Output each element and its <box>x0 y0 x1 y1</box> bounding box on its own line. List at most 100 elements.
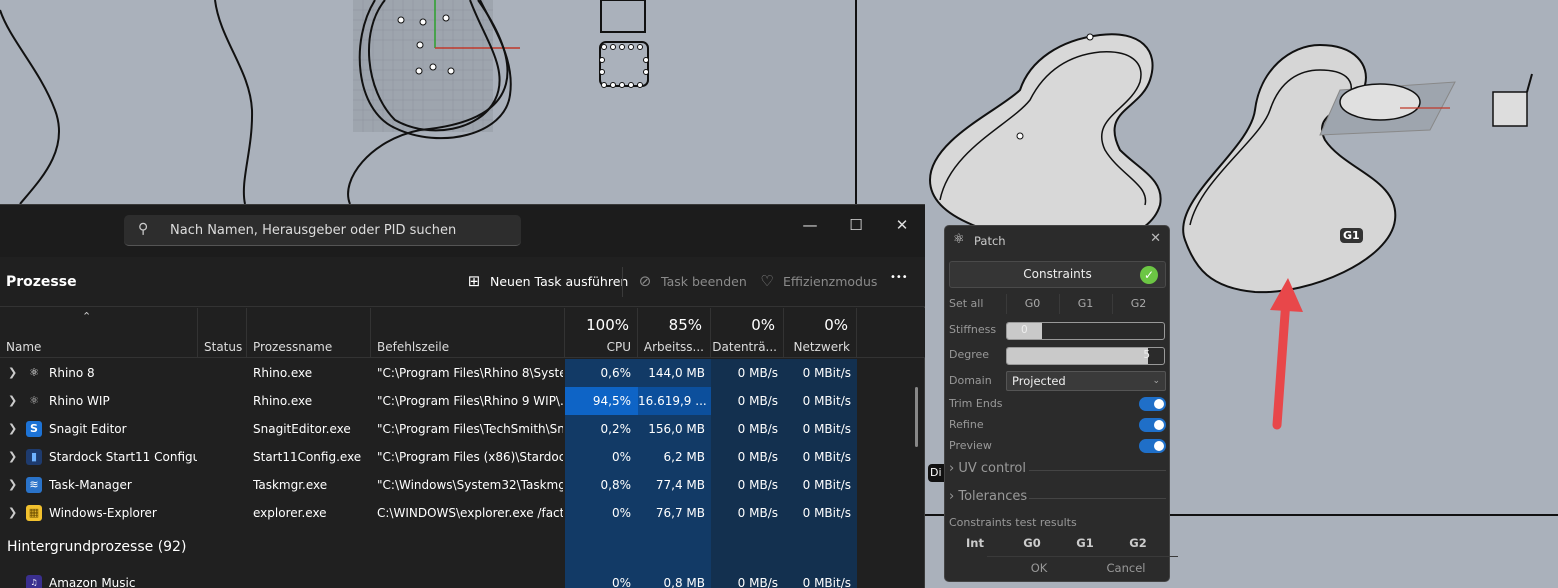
search-input[interactable] <box>170 215 510 245</box>
uv-control-section[interactable]: › UV control <box>949 461 1026 476</box>
disk-total: 0% <box>751 316 775 334</box>
column-command-line[interactable]: Befehlszeile <box>371 308 565 358</box>
degree-value: 5 <box>1143 349 1150 361</box>
column-name[interactable]: ⌃ Name <box>0 308 198 358</box>
efficiency-label: Effizienzmodus <box>783 273 878 289</box>
column-memory[interactable]: 85% Arbeitss... <box>638 308 711 358</box>
process-cpu: 0,6% <box>600 366 632 380</box>
close-button[interactable]: ✕ <box>884 211 920 239</box>
rhino-app-icon: ⚛ <box>29 366 39 379</box>
expand-chevron-icon[interactable]: ❯ <box>8 443 18 471</box>
more-options-label: ••• <box>890 272 908 283</box>
process-command: "C:\Program Files\TechSmith\Sn... <box>377 422 563 436</box>
process-exe: SnagitEditor.exe <box>253 422 351 436</box>
column-cpu[interactable]: 100% CPU <box>565 308 638 358</box>
constraints-button[interactable]: Constraints ✓ <box>949 261 1166 288</box>
process-disk: 0 MB/s <box>737 478 778 492</box>
refine-toggle[interactable] <box>1139 418 1166 432</box>
degree-fill <box>1007 348 1149 364</box>
ok-label: OK <box>1030 561 1048 575</box>
g1-continuity-label: G1 <box>1340 228 1363 243</box>
more-options-button[interactable]: ••• <box>890 272 908 283</box>
expand-chevron-icon[interactable]: ❯ <box>8 387 18 415</box>
rhino-wip-app-icon: ⚛ <box>29 394 39 407</box>
expand-chevron-icon[interactable]: ❯ <box>8 499 18 527</box>
process-cpu: 0,2% <box>600 422 632 436</box>
chevron-right-icon: › <box>949 461 955 476</box>
table-row[interactable]: ♫ Amazon Music 0% 0,8 MB 0 MB/s 0 MBit/s <box>0 569 857 588</box>
column-memory-label: Arbeitss... <box>643 340 704 354</box>
new-task-button[interactable]: ⊞ Neuen Task ausführen <box>465 272 629 290</box>
preview-toggle[interactable] <box>1139 439 1166 453</box>
g0-label: G0 <box>1024 297 1041 310</box>
cancel-button[interactable]: Cancel <box>1074 556 1178 578</box>
column-status[interactable]: Status <box>198 308 247 358</box>
process-network: 0 MBit/s <box>802 422 851 436</box>
process-memory: 76,7 MB <box>655 506 705 520</box>
toggle-knob <box>1154 441 1164 451</box>
column-network[interactable]: 0% Netzwerk <box>784 308 857 358</box>
search-box[interactable]: ⚲ <box>124 215 521 246</box>
result-g2: G2 <box>1129 536 1147 550</box>
process-command: "C:\Program Files\Rhino 9 WIP\... <box>377 394 563 408</box>
end-task-label: Task beenden <box>661 273 747 289</box>
rhino-logo-icon: ⚛ <box>953 232 965 247</box>
dialog-title: Patch <box>974 234 1006 248</box>
process-name: Rhino WIP <box>49 394 110 408</box>
column-network-label: Netzwerk <box>793 340 850 354</box>
group-header-row[interactable]: Hintergrundprozesse (92) <box>0 527 565 565</box>
scrollbar-thumb[interactable] <box>915 387 918 447</box>
process-list: ❯ ⚛ Rhino 8 Rhino.exe "C:\Program Files\… <box>0 359 925 588</box>
close-icon[interactable]: ✕ <box>1150 231 1161 246</box>
efficiency-mode-button[interactable]: ♡ Effizienzmodus <box>758 272 877 290</box>
process-command: C:\WINDOWS\explorer.exe /fact... <box>377 506 563 520</box>
process-memory: 156,0 MB <box>648 422 705 436</box>
maximize-button[interactable]: ☐ <box>838 211 874 239</box>
result-int: Int <box>966 536 984 550</box>
column-disk-label: Datenträ... <box>712 340 777 354</box>
process-cpu: 94,5% <box>565 387 638 415</box>
stiffness-value: 0 <box>1021 324 1028 336</box>
chevron-down-icon: ⌄ <box>1152 376 1160 386</box>
table-row[interactable]: ❯ ▮ Stardock Start11 Configu... Start11C… <box>0 443 857 471</box>
table-row[interactable]: ❯ S Snagit Editor SnagitEditor.exe "C:\P… <box>0 415 857 443</box>
result-g0: G0 <box>1023 536 1041 550</box>
sort-up-icon: ⌃ <box>82 310 92 323</box>
task-manager-window: ⚲ — ☐ ✕ Prozesse ⊞ Neuen Task ausführen … <box>0 204 925 588</box>
column-disk[interactable]: 0% Datenträ... <box>711 308 784 358</box>
stiffness-slider[interactable]: 0 <box>1006 322 1165 340</box>
table-row[interactable]: ❯ ⚛ Rhino 8 Rhino.exe "C:\Program Files\… <box>0 359 857 387</box>
table-row[interactable]: ❯ ≋ Task-Manager Taskmgr.exe "C:\Windows… <box>0 471 857 499</box>
process-cpu: 0% <box>611 576 631 588</box>
process-network: 0 MBit/s <box>802 576 851 588</box>
expand-chevron-icon[interactable]: ❯ <box>8 471 18 499</box>
g1-label: G1 <box>1077 297 1094 310</box>
end-task-button[interactable]: ⊘ Task beenden <box>636 272 747 290</box>
expand-chevron-icon[interactable]: ❯ <box>8 415 18 443</box>
expand-chevron-icon[interactable]: ❯ <box>8 359 18 387</box>
process-memory: 77,4 MB <box>655 478 705 492</box>
new-task-icon: ⊞ <box>467 272 481 290</box>
result-g1: G1 <box>1076 536 1094 550</box>
set-all-g0-button[interactable]: G0 <box>1006 294 1058 314</box>
toolbar: Prozesse ⊞ Neuen Task ausführen ⊘ Task b… <box>0 257 925 307</box>
trim-ends-toggle[interactable] <box>1139 397 1166 411</box>
process-exe: Rhino.exe <box>253 366 313 380</box>
set-all-g2-button[interactable]: G2 <box>1112 294 1164 314</box>
set-all-g1-button[interactable]: G1 <box>1059 294 1111 314</box>
process-disk: 0 MB/s <box>737 366 778 380</box>
table-row[interactable]: ❯ ▦ Windows-Explorer explorer.exe C:\WIN… <box>0 499 857 527</box>
process-exe: explorer.exe <box>253 506 327 520</box>
table-row[interactable]: ❯ ⚛ Rhino WIP Rhino.exe "C:\Program File… <box>0 387 857 415</box>
domain-select[interactable]: Projected ⌄ <box>1006 371 1166 391</box>
column-process-name[interactable]: Prozessname <box>247 308 371 358</box>
checkmark-icon: ✓ <box>1140 266 1158 284</box>
degree-slider[interactable]: 5 <box>1006 347 1165 365</box>
refine-label: Refine <box>949 418 984 431</box>
cpu-total: 100% <box>586 316 629 334</box>
process-disk: 0 MB/s <box>737 506 778 520</box>
constraints-label: Constraints <box>1023 267 1092 281</box>
memory-total: 85% <box>668 316 702 334</box>
minimize-button[interactable]: — <box>792 211 828 239</box>
tolerances-section[interactable]: › Tolerances <box>949 489 1027 504</box>
